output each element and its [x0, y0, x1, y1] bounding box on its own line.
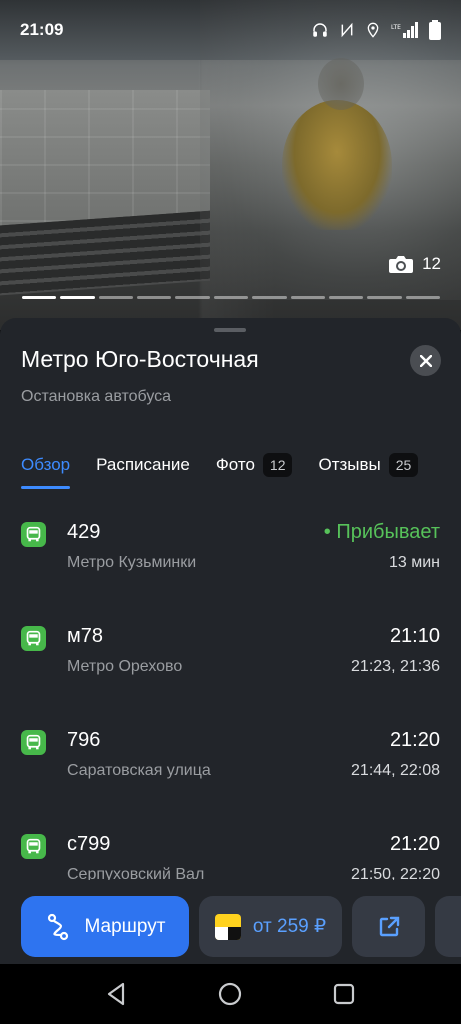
route-next-times: 21:23, 21:36 [351, 658, 440, 675]
photo-page-indicator [22, 296, 57, 299]
photo-count[interactable]: 12 [388, 253, 441, 275]
home-icon[interactable] [217, 981, 243, 1007]
taxi-button[interactable]: от 259 ₽ [199, 896, 342, 957]
location-icon [367, 22, 379, 38]
route-time: 21:20 [389, 729, 440, 751]
nfc-icon [341, 22, 353, 38]
route-time: 21:10 [389, 625, 440, 647]
route-next-times: 21:44, 22:08 [351, 762, 440, 779]
status-bar: 21:09 LTE [0, 0, 461, 60]
sheet-grabber[interactable] [214, 328, 246, 332]
tab-badge: 12 [262, 453, 293, 477]
camera-icon [389, 256, 414, 273]
route-next-times: 13 мин [388, 554, 440, 571]
tab-overview[interactable]: Обзор [21, 447, 71, 489]
route-number: 429 [67, 521, 101, 543]
photo-page-indicator [175, 296, 210, 299]
photo-progress [22, 296, 440, 299]
photo-bench [0, 210, 210, 296]
photo-page-indicator [290, 296, 325, 299]
route-destination: Саратовская улица [67, 762, 211, 779]
bus-icon [21, 626, 46, 651]
recents-icon[interactable] [331, 981, 357, 1007]
photo-page-indicator [60, 296, 95, 299]
back-icon[interactable] [104, 981, 130, 1007]
bus-icon [21, 834, 46, 859]
close-button[interactable] [410, 345, 441, 376]
route-button-label: Маршрут [84, 915, 166, 937]
taxi-button-label: от 259 ₽ [252, 916, 327, 937]
taxi-logo-icon [214, 913, 241, 940]
bus-icon [21, 730, 46, 755]
lte-signal-icon: LTE [391, 22, 418, 38]
photo-page-indicator [252, 296, 287, 299]
route-row[interactable]: 796 Саратовская улица 21:20 21:44, 22:08 [0, 724, 461, 828]
photo-page-indicator [328, 296, 364, 299]
route-time: 21:20 [389, 833, 440, 855]
route-number: 796 [67, 729, 101, 751]
photo-person-head [318, 58, 364, 110]
tab-label: Расписание [96, 455, 190, 474]
bottom-sheet: Метро Юго-Восточная Остановка автобуса О… [0, 318, 461, 963]
route-list: 429 Метро Кузьминки • Прибывает 13 мин м… [0, 516, 461, 932]
route-status: • Прибывает [323, 521, 440, 543]
status-time: 21:09 [20, 20, 64, 39]
tab-label: Отзывы [318, 455, 381, 474]
tab-photos[interactable]: Фото 12 [216, 447, 293, 483]
status-icons: LTE [311, 20, 441, 40]
headphones-icon [313, 23, 327, 37]
photo-page-indicator [405, 296, 440, 299]
route-icon [47, 913, 68, 940]
action-bar: Маршрут от 259 ₽ [0, 880, 461, 964]
tab-reviews[interactable]: Отзывы 25 [318, 447, 419, 483]
tab-label: Обзор [21, 455, 71, 474]
close-icon [419, 354, 432, 367]
stop-title: Метро Юго-Восточная [21, 346, 259, 372]
share-icon [379, 916, 399, 936]
photo-count-label: 12 [422, 254, 441, 273]
tab-bar: Обзор Расписание Фото 12 Отзывы 25 [21, 443, 441, 489]
photo-page-indicator [367, 296, 402, 299]
stop-subtitle: Остановка автобуса [21, 388, 172, 405]
route-number: с799 [67, 833, 111, 855]
route-button[interactable]: Маршрут [21, 896, 189, 957]
photo-person [282, 100, 392, 230]
tab-schedule[interactable]: Расписание [96, 447, 190, 483]
route-row[interactable]: 429 Метро Кузьминки • Прибывает 13 мин [0, 516, 461, 620]
bus-icon [21, 522, 46, 547]
route-destination: Метро Орехово [67, 658, 183, 675]
tab-badge: 25 [388, 453, 419, 477]
share-button[interactable] [352, 896, 425, 957]
svg-text:LTE: LTE [391, 24, 401, 31]
more-actions-button[interactable] [435, 896, 461, 957]
photo-page-indicator [213, 296, 249, 299]
battery-icon [429, 20, 441, 40]
tab-label: Фото [215, 455, 255, 474]
system-nav-bar [0, 964, 461, 1024]
route-destination: Метро Кузьминки [67, 554, 197, 571]
photo-page-indicator [137, 296, 172, 299]
photo-page-indicator [98, 296, 134, 299]
route-row[interactable]: м78 Метро Орехово 21:10 21:23, 21:36 [0, 620, 461, 724]
route-number: м78 [67, 625, 103, 647]
